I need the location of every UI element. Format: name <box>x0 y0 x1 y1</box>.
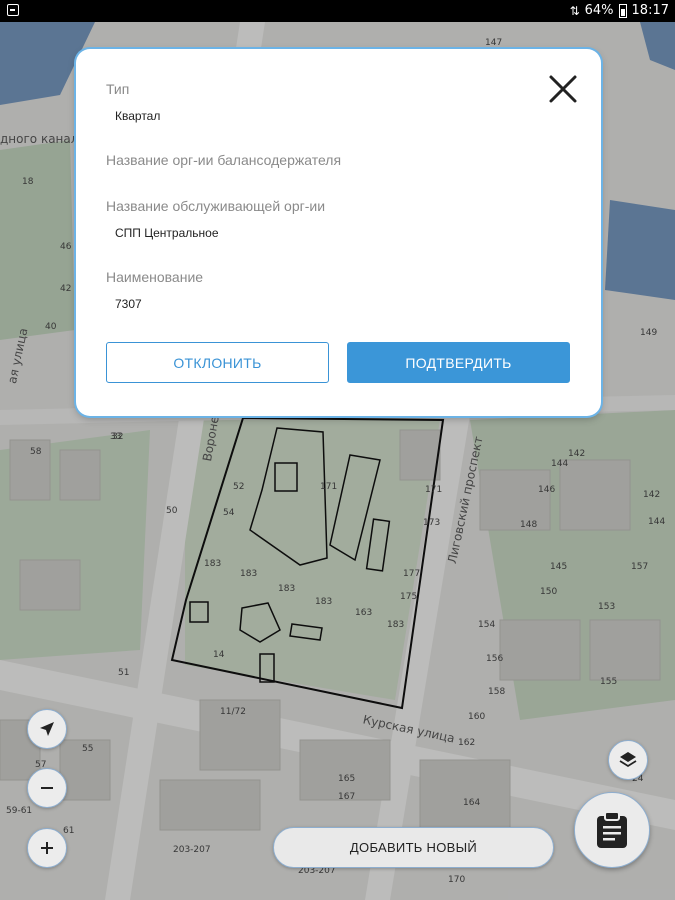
object-info-dialog: Тип Квартал Название орг-ии балансодержа… <box>76 49 601 416</box>
field-value-name: 7307 <box>115 297 142 311</box>
navigation-arrow-icon <box>40 722 54 736</box>
field-label-type: Тип <box>106 81 130 97</box>
field-value-service-org: СПП Центральное <box>115 226 219 240</box>
tasks-fab-button[interactable] <box>574 792 650 868</box>
clipboard-icon <box>597 811 627 848</box>
add-new-button[interactable]: ДОБАВИТЬ НОВЫЙ <box>273 827 554 868</box>
wifi-icon: ⇅ <box>569 3 580 18</box>
layers-icon <box>619 752 637 768</box>
zoom-out-button[interactable] <box>27 768 67 808</box>
minus-icon <box>41 787 53 789</box>
status-bar: ⇅ 64% 18:17 <box>0 0 675 22</box>
close-icon[interactable] <box>547 73 579 105</box>
status-right: ⇅ 64% 18:17 <box>570 3 669 18</box>
layers-button[interactable] <box>608 740 648 780</box>
battery-percent: 64% <box>584 3 614 18</box>
field-label-service-org: Название обслуживающей орг-ии <box>106 198 326 214</box>
field-label-owner-org: Название орг-ии балансодержателя <box>106 152 342 168</box>
notification-icon <box>7 4 19 16</box>
plus-icon <box>41 842 53 854</box>
field-label-name: Наименование <box>106 269 204 285</box>
field-value-type: Квартал <box>115 109 161 123</box>
battery-icon <box>618 3 627 18</box>
my-location-button[interactable] <box>27 709 67 749</box>
zoom-in-button[interactable] <box>27 828 67 868</box>
confirm-button[interactable]: ПОДТВЕРДИТЬ <box>347 342 570 383</box>
clock: 18:17 <box>631 3 669 18</box>
reject-button[interactable]: ОТКЛОНИТЬ <box>106 342 329 383</box>
